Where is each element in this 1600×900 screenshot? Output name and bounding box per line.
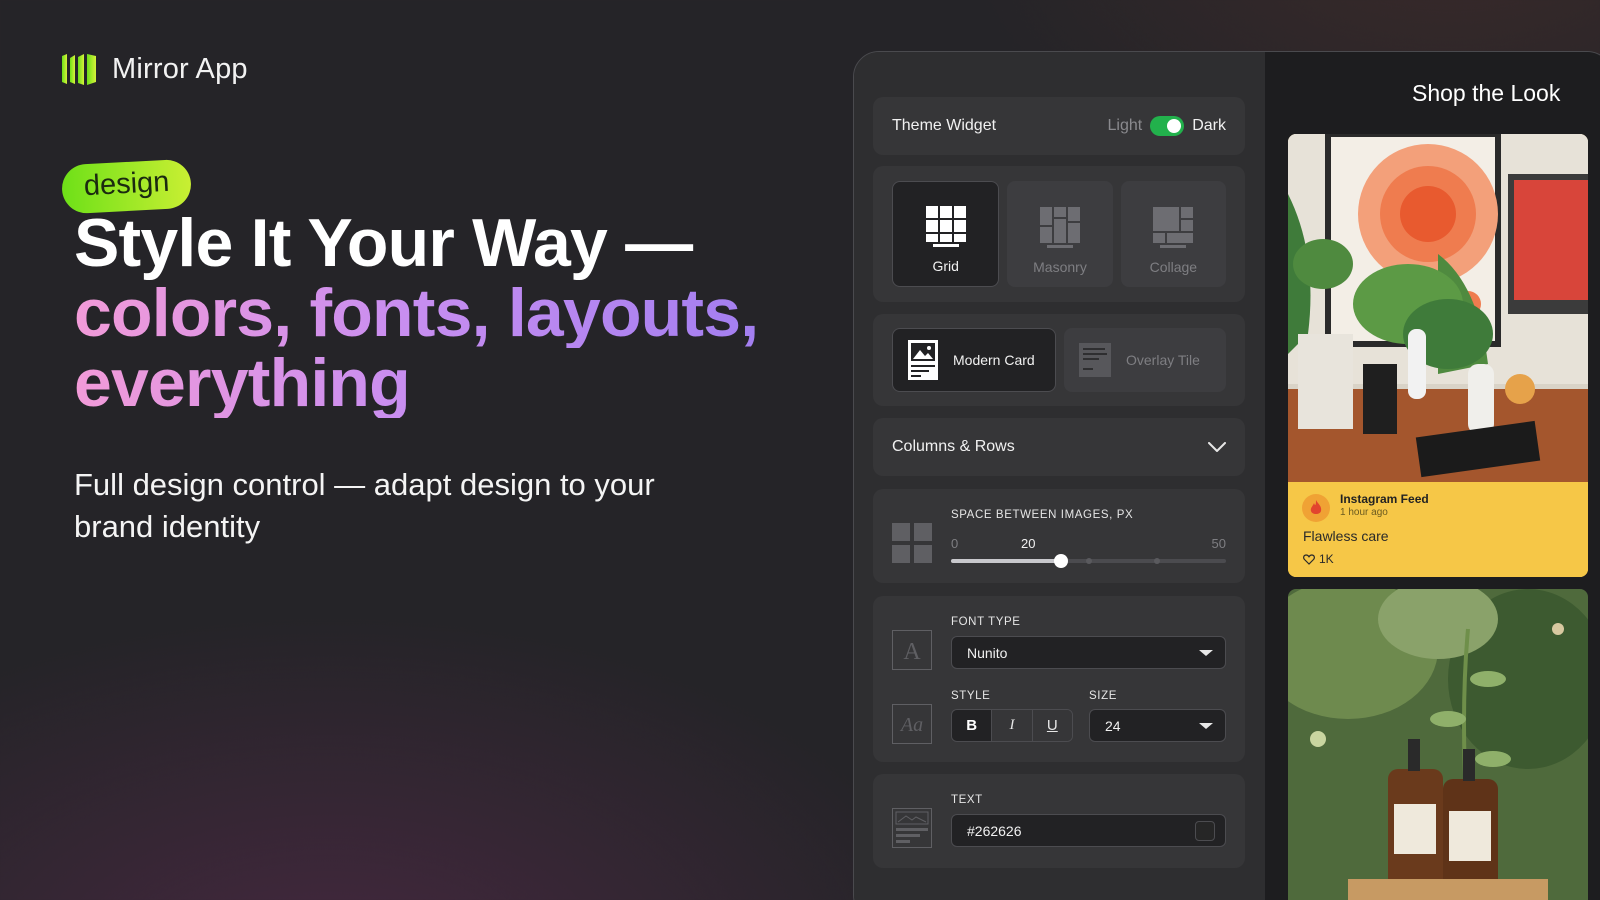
headline-line-2: colors, fonts, layouts, — [74, 278, 794, 348]
underline-button[interactable]: U — [1032, 710, 1072, 741]
card-style-modern-card[interactable]: Modern Card — [892, 328, 1056, 392]
post-image — [1288, 134, 1588, 482]
theme-widget-title: Theme Widget — [892, 117, 997, 134]
masonry-layout-icon — [1039, 207, 1080, 248]
heart-icon — [1303, 553, 1315, 565]
layout-option-grid[interactable]: Grid — [892, 181, 1000, 287]
headline-line-1: Style It Your Way — — [74, 205, 693, 281]
layout-option-label: Masonry — [1033, 259, 1087, 275]
modern-card-icon — [908, 340, 938, 380]
columns-rows-accordion[interactable]: Columns & Rows — [873, 418, 1245, 476]
brand-name: Mirror App — [112, 52, 248, 85]
app-window: Theme Widget Light Dark Grid Masonry Col… — [853, 51, 1600, 900]
theme-toggle[interactable] — [1150, 116, 1185, 136]
spacing-slider-handle[interactable] — [1054, 554, 1068, 568]
slider-tick — [1085, 558, 1092, 564]
layout-option-masonry[interactable]: Masonry — [1007, 181, 1113, 287]
post-likes[interactable]: 1K — [1303, 552, 1334, 566]
spacing-slider[interactable] — [951, 554, 1226, 568]
collage-layout-icon — [1153, 207, 1194, 248]
card-style-label: Modern Card — [953, 352, 1035, 368]
flame-icon — [1310, 500, 1322, 514]
size-label: SIZE — [1089, 690, 1117, 702]
slider-tick — [1154, 558, 1161, 564]
spacing-slider-fill — [951, 559, 1061, 563]
text-color-input[interactable]: #262626 — [951, 814, 1226, 847]
post-likes-count: 1K — [1319, 552, 1334, 566]
headline: Style It Your Way — colors, fonts, layou… — [74, 208, 794, 418]
color-swatch[interactable] — [1195, 820, 1215, 841]
bold-button[interactable]: B — [952, 710, 993, 741]
spacing-current-value: 20 — [1021, 536, 1036, 551]
preview-title: Shop the Look — [1412, 80, 1561, 106]
chevron-down-icon — [1208, 442, 1226, 452]
spacing-label: SPACE BETWEEN IMAGES, PX — [951, 509, 1134, 521]
layout-panel: Grid Masonry Collage — [873, 166, 1245, 302]
theme-switch: Light Dark — [1108, 116, 1226, 136]
font-type-select[interactable]: Nunito — [951, 636, 1226, 669]
brand: Mirror App — [60, 52, 248, 86]
preview-pane: Shop the Look Instagram Feed 1 hour ago … — [1265, 52, 1600, 900]
spacing-grid-icon — [892, 523, 932, 563]
font-type-label: FONT TYPE — [951, 616, 1021, 628]
font-panel: A FONT TYPE Nunito Aa STYLE SIZE B I U 2… — [873, 596, 1245, 762]
grid-layout-icon — [925, 206, 966, 247]
mirror-app-logo-icon — [62, 54, 96, 85]
post-card[interactable] — [1288, 589, 1588, 900]
post-time: 1 hour ago — [1340, 507, 1388, 518]
design-tag: design — [60, 158, 193, 215]
post-avatar — [1302, 494, 1330, 522]
font-size-value: 24 — [1105, 717, 1121, 734]
spacing-min: 0 — [951, 536, 959, 551]
dropdown-caret-icon — [1199, 649, 1213, 656]
headline-line-3: everything — [74, 348, 794, 418]
card-style-label: Overlay Tile — [1126, 352, 1200, 368]
theme-light-label[interactable]: Light — [1108, 117, 1143, 135]
dropdown-caret-icon — [1199, 722, 1213, 729]
post-meta: Instagram Feed 1 hour ago Flawless care … — [1288, 482, 1588, 577]
style-button-group: B I U — [951, 709, 1073, 742]
settings-sidebar: Theme Widget Light Dark Grid Masonry Col… — [854, 52, 1264, 900]
text-color-icon — [892, 808, 932, 848]
font-size-select[interactable]: 24 — [1089, 709, 1226, 742]
layout-option-collage[interactable]: Collage — [1120, 181, 1226, 287]
post-source: Instagram Feed — [1340, 492, 1429, 506]
text-color-value: #262626 — [967, 822, 1022, 839]
theme-dark-label[interactable]: Dark — [1192, 117, 1226, 135]
style-icon-glyph: Aa — [899, 714, 923, 736]
overlay-tile-icon — [1079, 343, 1111, 377]
spacing-values: 0 20 50 — [951, 536, 1226, 552]
post-image — [1288, 589, 1588, 900]
post-card[interactable]: Instagram Feed 1 hour ago Flawless care … — [1288, 134, 1588, 577]
style-label: STYLE — [951, 690, 991, 702]
post-caption: Flawless care — [1303, 528, 1389, 544]
columns-rows-label: Columns & Rows — [892, 438, 1015, 455]
font-type-icon: A — [892, 630, 932, 670]
font-style-icon: Aa — [892, 704, 932, 744]
subheadline: Full design control — adapt design to yo… — [74, 467, 655, 544]
text-color-panel: TEXT #262626 — [873, 774, 1245, 868]
font-icon-glyph: A — [903, 639, 921, 665]
spacing-panel: SPACE BETWEEN IMAGES, PX 0 20 50 — [873, 489, 1245, 583]
text-color-label: TEXT — [951, 794, 983, 806]
layout-option-label: Collage — [1149, 259, 1198, 275]
italic-button[interactable]: I — [992, 710, 1033, 741]
spacing-max: 50 — [1211, 536, 1226, 551]
card-style-overlay-tile[interactable]: Overlay Tile — [1064, 328, 1226, 392]
card-style-panel: Modern Card Overlay Tile — [873, 314, 1245, 406]
font-type-value: Nunito — [967, 644, 1008, 661]
theme-panel: Theme Widget Light Dark — [873, 97, 1245, 155]
layout-option-label: Grid — [932, 258, 959, 274]
